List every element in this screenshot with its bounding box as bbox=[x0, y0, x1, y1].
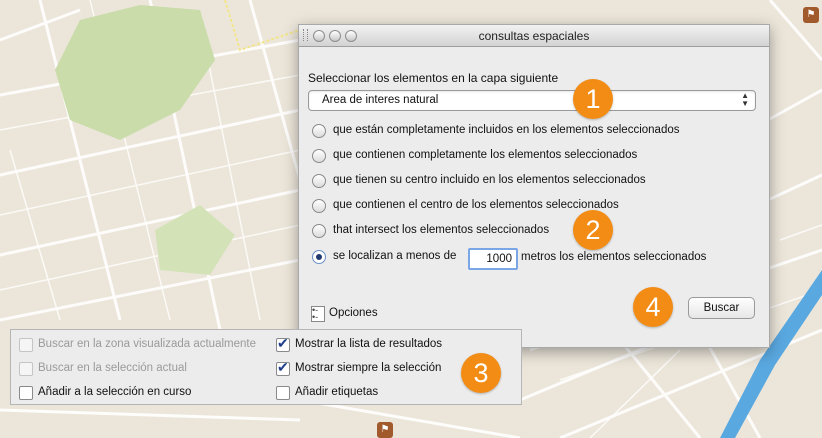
options-panel: Buscar en la zona visualizada actualment… bbox=[10, 329, 522, 405]
option-label: Mostrar la lista de resultados bbox=[295, 338, 443, 350]
callout-badge-1: 1 bbox=[573, 79, 613, 119]
radio-label: que contienen completamente los elemento… bbox=[333, 149, 638, 161]
checkbox-checked[interactable] bbox=[276, 335, 290, 352]
radio-button-selected[interactable] bbox=[312, 250, 326, 264]
checkbox[interactable] bbox=[19, 386, 33, 400]
radio-button[interactable] bbox=[312, 224, 326, 238]
map-poi-icon[interactable]: ⚑ bbox=[377, 422, 393, 438]
spatial-query-dialog: consultas espaciales Seleccionar los ele… bbox=[298, 24, 770, 348]
checkbox bbox=[19, 362, 33, 376]
layer-select[interactable]: Area de interes natural ▲ ▼ bbox=[308, 90, 756, 111]
distance-suffix: metros los elementos seleccionados bbox=[521, 251, 707, 263]
dialog-titlebar[interactable]: consultas espaciales bbox=[299, 25, 769, 47]
callout-badge-4: 4 bbox=[633, 287, 673, 327]
option-label: Añadir a la selección en curso bbox=[38, 386, 192, 398]
checkbox[interactable] bbox=[276, 386, 290, 400]
distance-input[interactable]: 1000 bbox=[468, 248, 518, 270]
map-poi-icon[interactable]: ⚑ bbox=[803, 7, 819, 23]
radio-button[interactable] bbox=[312, 149, 326, 163]
select-updown-icon: ▲ ▼ bbox=[741, 91, 749, 108]
options-label: Opciones bbox=[329, 307, 378, 319]
radio-label: que tienen su centro incluido en los ele… bbox=[333, 174, 646, 186]
option-label: Añadir etiquetas bbox=[295, 386, 379, 398]
option-label: Buscar en la selección actual bbox=[38, 362, 187, 374]
radio-label: se localizan a menos de bbox=[333, 250, 457, 262]
checkbox bbox=[19, 338, 33, 352]
dialog-title: consultas espaciales bbox=[478, 29, 590, 43]
layer-select-value: Area de interes natural bbox=[322, 94, 439, 106]
checkbox-checked[interactable] bbox=[276, 359, 290, 376]
search-button[interactable]: Buscar bbox=[688, 297, 755, 319]
radio-label: que están completamente incluidos en los… bbox=[333, 124, 680, 136]
radio-label: que contienen el centro de los elementos… bbox=[333, 199, 619, 211]
options-list-icon: •- •- bbox=[311, 306, 325, 322]
radio-label: that intersect los elementos seleccionad… bbox=[333, 224, 550, 236]
option-label: Mostrar siempre la selección bbox=[295, 362, 442, 374]
option-label: Buscar en la zona visualizada actualment… bbox=[38, 338, 256, 350]
radio-button[interactable] bbox=[312, 199, 326, 213]
layer-caption: Seleccionar los elementos en la capa sig… bbox=[308, 71, 559, 85]
radio-button[interactable] bbox=[312, 174, 326, 188]
callout-badge-2: 2 bbox=[573, 210, 613, 250]
callout-badge-3: 3 bbox=[461, 353, 501, 393]
radio-button[interactable] bbox=[312, 124, 326, 138]
